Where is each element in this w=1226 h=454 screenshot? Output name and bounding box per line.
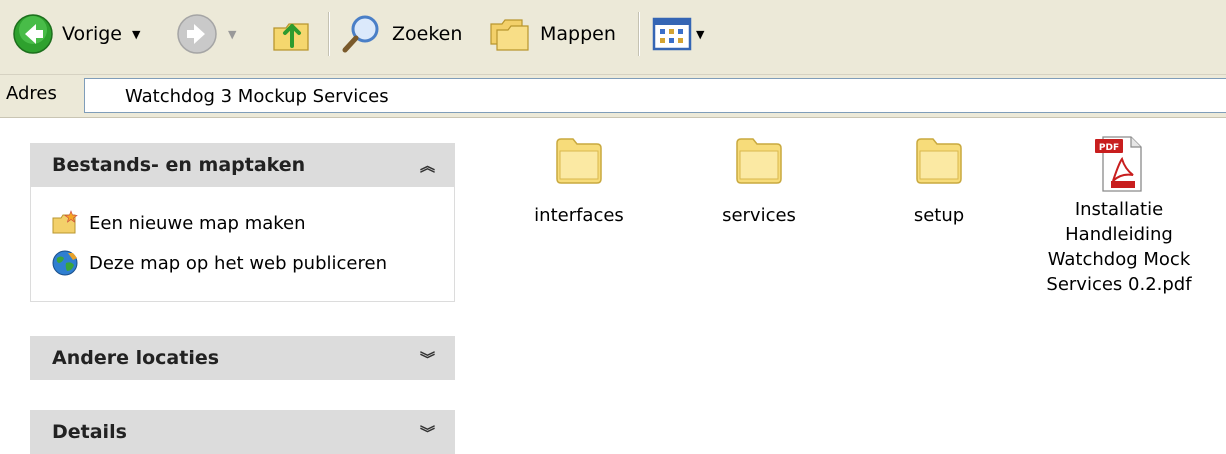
file-name: services: [722, 205, 796, 226]
file-name-pdf: Installatie Handleiding Watchdog Mock Se…: [1034, 197, 1204, 297]
folders-label: Mappen: [540, 23, 616, 45]
collapse-chevron-icon[interactable]: ︽: [420, 155, 435, 176]
other-places-pane: Andere locaties ︾: [30, 336, 455, 380]
forward-dropdown-arrow[interactable]: ▼: [228, 28, 236, 41]
search-icon: [342, 15, 379, 53]
tasks-pane: Bestands- en maptaken ︽ Een nieuwe map m…: [30, 143, 455, 302]
other-places-title: Andere locaties: [52, 347, 220, 369]
back-arrow-icon: [13, 14, 53, 54]
pdf-file-icon: PDF: [1095, 136, 1142, 192]
expand-chevron-icon[interactable]: ︾: [420, 422, 435, 443]
file-item-folder[interactable]: setup: [854, 133, 1024, 228]
globe-icon: [52, 250, 78, 276]
toolbar-separator: [638, 12, 640, 56]
back-label: Vorige: [62, 23, 122, 45]
forward-button[interactable]: ▼: [176, 8, 236, 60]
file-name-line: Watchdog Mock: [1047, 249, 1191, 270]
views-icon: [652, 17, 692, 51]
up-folder-icon: [273, 23, 309, 51]
file-name-line: Handleiding: [1065, 224, 1173, 245]
file-name: setup: [913, 205, 965, 226]
folders-icon: [490, 19, 529, 51]
folders-button[interactable]: Mappen: [488, 8, 616, 60]
details-title: Details: [52, 421, 127, 443]
task-new-folder[interactable]: Een nieuwe map maken: [51, 203, 454, 243]
views-button[interactable]: ▼: [652, 8, 704, 60]
folder-icon: [556, 138, 602, 184]
file-name: interfaces: [534, 205, 624, 226]
file-item-pdf[interactable]: PDF Installatie Handleiding Watchdog Moc…: [1034, 133, 1204, 297]
address-label: Adres: [6, 83, 57, 104]
search-button[interactable]: Zoeken: [340, 8, 462, 60]
file-name-line: Installatie: [1074, 199, 1164, 220]
tasks-pane-header[interactable]: Bestands- en maptaken ︽: [30, 143, 455, 187]
details-pane: Details ︾: [30, 410, 455, 454]
file-item-folder[interactable]: interfaces: [494, 133, 664, 228]
folder-icon: [736, 138, 782, 184]
address-field[interactable]: Watchdog 3 Mockup Services: [84, 78, 1226, 113]
task-publish-web[interactable]: Deze map op het web publiceren: [51, 243, 454, 283]
tasks-pane-title: Bestands- en maptaken: [52, 154, 306, 176]
toolbar: Vorige ▼ ▼ Zoeken Mappen ▼: [0, 0, 1226, 75]
new-folder-icon: [52, 210, 78, 234]
file-name-line: Services 0.2.pdf: [1046, 274, 1192, 295]
toolbar-separator: [328, 12, 330, 56]
address-value: Watchdog 3 Mockup Services: [125, 86, 389, 107]
details-header[interactable]: Details ︾: [30, 410, 455, 454]
expand-chevron-icon[interactable]: ︾: [420, 348, 435, 369]
task-new-folder-label: Een nieuwe map maken: [89, 212, 306, 234]
back-button[interactable]: Vorige ▼: [12, 8, 140, 60]
views-dropdown-arrow[interactable]: ▼: [696, 28, 704, 41]
forward-arrow-icon: [177, 14, 217, 54]
tasks-pane-body: Een nieuwe map maken Deze map op het web…: [30, 187, 455, 302]
up-folder-button[interactable]: [270, 8, 314, 60]
folder-icon: [916, 138, 962, 184]
task-publish-web-label: Deze map op het web publiceren: [89, 252, 387, 274]
search-label: Zoeken: [392, 23, 463, 45]
address-bar: Adres Watchdog 3 Mockup Services: [0, 75, 1226, 118]
svg-text:PDF: PDF: [1099, 143, 1119, 153]
back-dropdown-arrow[interactable]: ▼: [132, 28, 140, 41]
other-places-header[interactable]: Andere locaties ︾: [30, 336, 455, 380]
file-item-folder[interactable]: services: [674, 133, 844, 228]
